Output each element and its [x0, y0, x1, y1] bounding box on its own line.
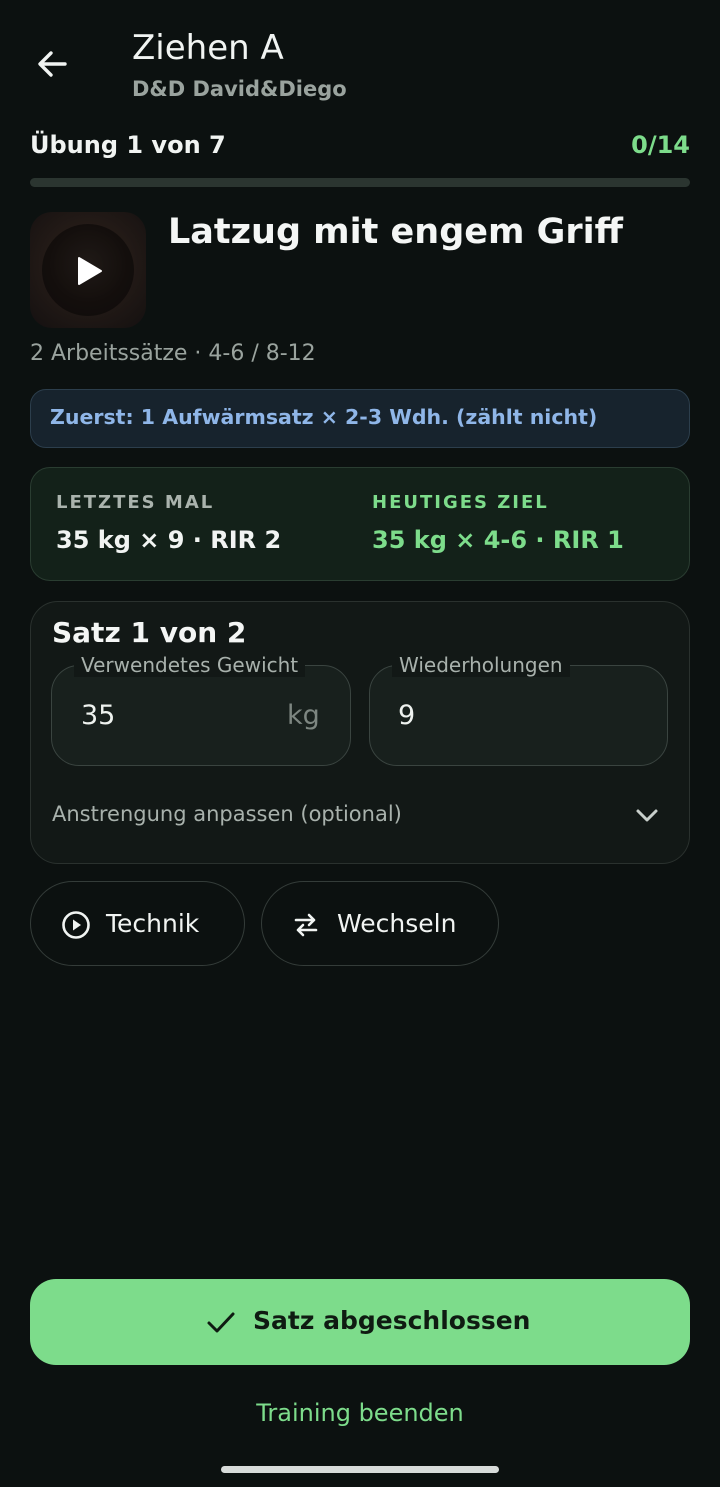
effort-toggle-label: Anstrengung anpassen (optional) [52, 802, 402, 826]
weight-input-value[interactable]: 35 [81, 700, 115, 731]
arrow-left-icon [35, 47, 69, 85]
sets-progress-count: 0/14 [631, 131, 690, 159]
home-indicator [221, 1466, 499, 1473]
weight-unit: kg [287, 700, 320, 731]
exercise-video-thumbnail[interactable] [30, 212, 146, 328]
progress-bar [30, 178, 690, 187]
swap-arrows-icon [292, 913, 320, 941]
play-icon [76, 256, 104, 290]
exercise-counter: Übung 1 von 7 [30, 131, 226, 159]
technique-button[interactable]: Technik [30, 881, 245, 966]
back-button[interactable] [28, 42, 76, 90]
last-time-label: LETZTES MAL [56, 492, 215, 513]
play-circle-icon [61, 910, 91, 944]
end-training-link[interactable]: Training beenden [0, 1399, 720, 1427]
set-title: Satz 1 von 2 [52, 616, 247, 649]
technique-label: Technik [106, 909, 200, 938]
exercise-name: Latzug mit engem Griff [168, 212, 623, 252]
today-goal-value: 35 kg × 4-6 · RIR 1 [372, 526, 624, 554]
complete-set-label: Satz abgeschlossen [253, 1306, 531, 1335]
chevron-down-icon [634, 802, 660, 832]
exercise-meta: 2 Arbeitssätze · 4-6 / 8-12 [30, 341, 316, 366]
page-title: Ziehen A [132, 28, 284, 68]
check-icon [206, 1310, 236, 1340]
last-time-value: 35 kg × 9 · RIR 2 [56, 526, 282, 554]
comparison-card [30, 467, 690, 581]
swap-label: Wechseln [337, 909, 457, 938]
reps-field-label: Wiederholungen [392, 653, 570, 677]
weight-field-label: Verwendetes Gewicht [74, 653, 306, 677]
page-subtitle: D&D David&Diego [132, 77, 347, 101]
swap-exercise-button[interactable]: Wechseln [261, 881, 499, 966]
warmup-note: Zuerst: 1 Aufwärmsatz × 2-3 Wdh. (zählt … [50, 405, 598, 429]
reps-input-value[interactable]: 9 [398, 700, 415, 731]
today-goal-label: HEUTIGES ZIEL [372, 492, 549, 513]
